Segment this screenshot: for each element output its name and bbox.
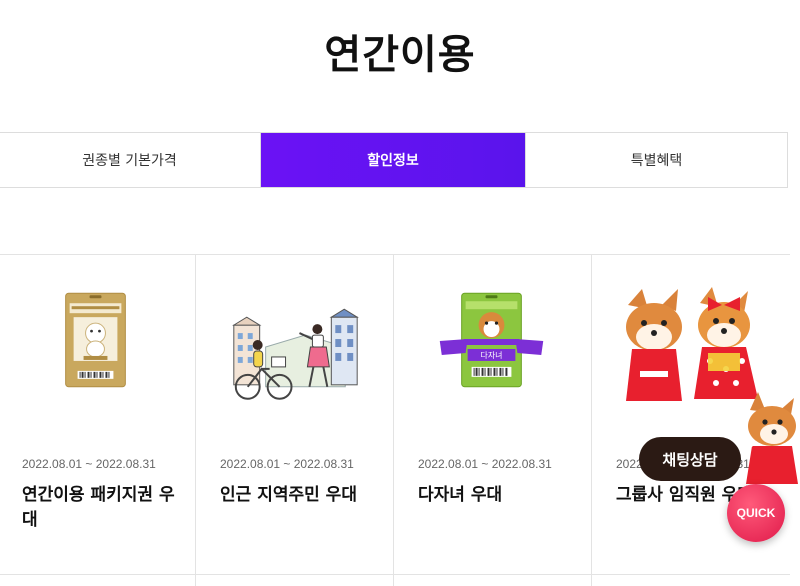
card-date: 2022.08.01 ~ 2022.08.31 bbox=[220, 457, 354, 471]
grid-divider bbox=[0, 574, 790, 575]
package-pass-card-image bbox=[65, 292, 126, 388]
tab-base-price[interactable]: 권종별 기본가격 bbox=[0, 133, 261, 187]
chat-consult-button[interactable]: 채팅상담 bbox=[639, 437, 741, 481]
card-title: 연간이용 패키지권 우대 bbox=[22, 485, 175, 530]
discount-card[interactable]: 2022.08.01 ~ 2022.08.31 연간이용 패키지권 우대 bbox=[0, 255, 196, 586]
tab-special-benefits[interactable]: 특별혜택 bbox=[525, 133, 787, 187]
tab-bar: 권종별 기본가격 할인정보 특별혜택 bbox=[0, 132, 788, 188]
card-date: 2022.08.01 ~ 2022.08.31 bbox=[22, 457, 156, 471]
discount-card[interactable]: 2022.08.01 ~ 2022.08.31 인근 지역주민 우대 bbox=[196, 255, 394, 586]
card-date: 2022.08.01 ~ 2022.08.31 bbox=[418, 457, 552, 471]
local-residents-illustration bbox=[232, 308, 359, 400]
tab-discount-info[interactable]: 할인정보 bbox=[261, 133, 525, 187]
discount-card[interactable]: 다자녀 2022.08.01 ~ 2022.08.31 다자녀 우대 bbox=[394, 255, 592, 586]
discount-card-grid: 2022.08.01 ~ 2022.08.31 연간이용 패키지권 우대 202… bbox=[0, 254, 790, 586]
card-title: 인근 지역주민 우대 bbox=[220, 485, 357, 505]
quick-button[interactable]: QUICK bbox=[727, 484, 785, 542]
card-title: 다자녀 우대 bbox=[418, 485, 503, 505]
page-title: 연간이용 bbox=[324, 32, 476, 78]
svg-text:다자녀: 다자녀 bbox=[481, 351, 503, 360]
multi-child-card-image: 다자녀 bbox=[439, 292, 544, 388]
